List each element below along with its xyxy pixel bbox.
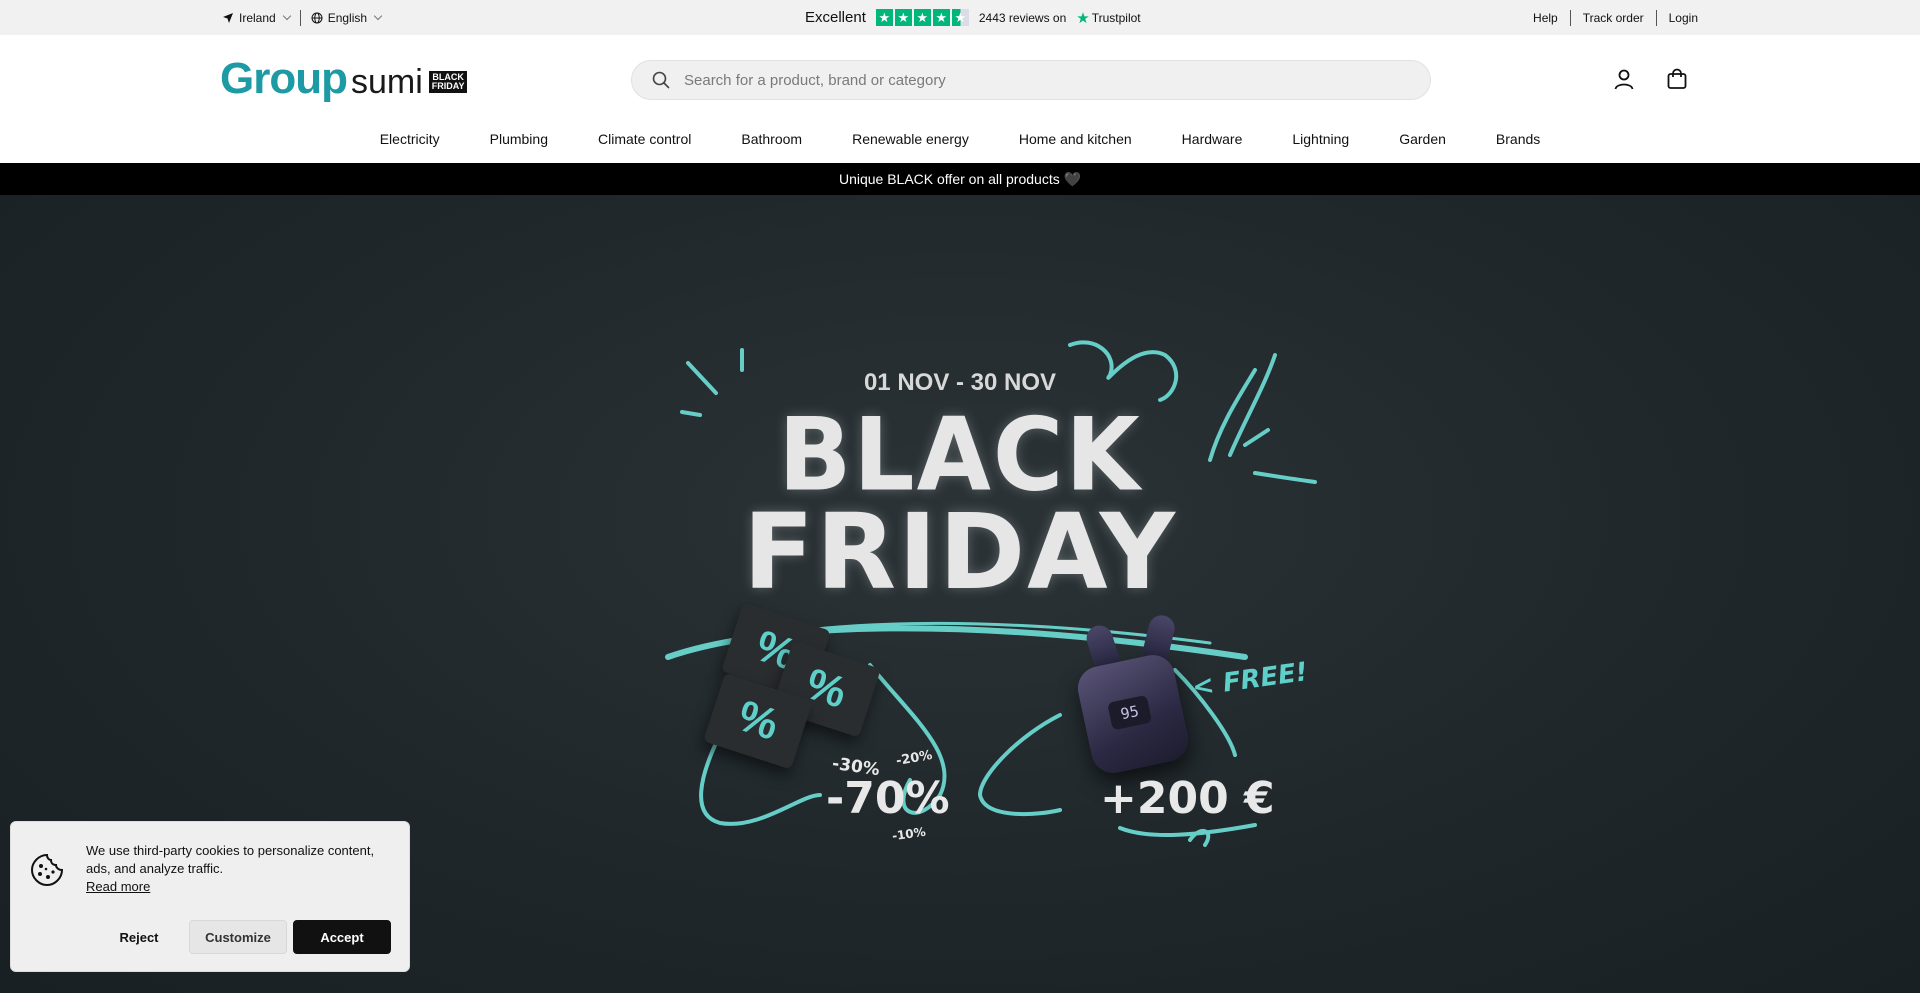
star-icon: ★ <box>932 9 950 26</box>
cookie-icon <box>30 853 64 887</box>
country-selector[interactable]: Ireland <box>222 10 291 25</box>
nav-electricity[interactable]: Electricity <box>355 131 465 147</box>
nav-lightning[interactable]: Lightning <box>1267 131 1374 147</box>
language-label: English <box>327 10 368 25</box>
logo-word-group: Group <box>220 54 348 103</box>
star-icon: ★ <box>875 9 893 26</box>
nav-bathroom[interactable]: Bathroom <box>716 131 827 147</box>
nav-hardware[interactable]: Hardware <box>1157 131 1268 147</box>
cookie-text: We use third-party cookies to personaliz… <box>86 843 375 876</box>
top-utility-bar: Ireland English Excellent ★ ★ ★ ★ ★ 2443… <box>0 0 1920 35</box>
country-label: Ireland <box>239 10 276 25</box>
utility-links: Help Track order Login <box>1533 0 1698 35</box>
nav-renewable-energy[interactable]: Renewable energy <box>827 131 994 147</box>
star-icon: ★ <box>913 9 931 26</box>
badge-line2: FRIDAY <box>431 81 465 91</box>
site-header: Group sumi BLACKFRIDAY Electricity Plumb… <box>0 35 1920 163</box>
gift-amount: +200 € <box>1100 773 1275 824</box>
help-link[interactable]: Help <box>1533 11 1558 25</box>
half-star-icon: ★ <box>951 9 969 26</box>
hero-title-friday: FRIDAY <box>743 491 1177 613</box>
divider <box>1569 9 1571 26</box>
login-link[interactable]: Login <box>1669 11 1698 25</box>
user-icon <box>1614 69 1634 90</box>
reject-button[interactable]: Reject <box>91 920 187 954</box>
site-logo[interactable]: Group sumi BLACK FRIDAY <box>220 54 468 103</box>
earbuds-display: 95 <box>1107 694 1153 731</box>
trustpilot-widget[interactable]: Excellent ★ ★ ★ ★ ★ 2443 reviews on ★ Tru… <box>805 0 1141 35</box>
trustpilot-stars: ★ ★ ★ ★ ★ <box>875 9 969 26</box>
nav-plumbing[interactable]: Plumbing <box>465 131 573 147</box>
divider <box>1655 9 1657 26</box>
trustpilot-star-icon: ★ <box>1076 9 1090 27</box>
read-more-link[interactable]: Read more <box>86 878 150 896</box>
nav-climate-control[interactable]: Climate control <box>573 131 716 147</box>
account-button[interactable] <box>1610 65 1638 93</box>
star-icon: ★ <box>894 9 912 26</box>
chevron-down-icon <box>373 11 383 21</box>
discount-70: -70% <box>826 773 950 824</box>
trustpilot-logo: ★ Trustpilot <box>1076 9 1140 27</box>
search-bar[interactable] <box>631 60 1431 100</box>
chevron-down-icon <box>282 11 291 21</box>
locale-selectors: Ireland English <box>222 0 383 35</box>
accept-button[interactable]: Accept <box>293 920 391 954</box>
percent-symbol: % <box>731 691 785 750</box>
hero-date-range: 01 NOV - 30 NOV <box>863 369 1057 396</box>
trustpilot-reviews-count: 2443 reviews on <box>978 10 1067 25</box>
search-input[interactable] <box>684 71 1384 89</box>
logo-word-sumi: sumi <box>350 63 423 101</box>
promo-strip[interactable]: Unique BLACK offer on all products 🖤 <box>0 163 1920 195</box>
promo-text: Unique BLACK offer on all products 🖤 <box>838 170 1082 187</box>
search-icon <box>652 71 670 89</box>
black-friday-badge: BLACK FRIDAY <box>428 71 468 93</box>
nav-home-and-kitchen[interactable]: Home and kitchen <box>994 131 1157 147</box>
trustpilot-brand-label: Trustpilot <box>1091 10 1141 25</box>
category-nav: Electricity Plumbing Climate control Bat… <box>0 131 1920 147</box>
language-selector[interactable]: English <box>311 10 383 25</box>
location-arrow-icon <box>223 12 233 23</box>
cookie-message: We use third-party cookies to personaliz… <box>86 842 386 896</box>
cookie-banner: We use third-party cookies to personaliz… <box>10 821 410 972</box>
divider <box>299 9 301 26</box>
cart-button[interactable] <box>1663 65 1691 93</box>
shopping-bag-icon <box>1667 68 1687 89</box>
trustpilot-rating-label: Excellent <box>805 9 866 26</box>
globe-icon <box>311 12 323 23</box>
nav-brands[interactable]: Brands <box>1471 131 1565 147</box>
customize-button[interactable]: Customize <box>189 920 287 954</box>
nav-garden[interactable]: Garden <box>1374 131 1471 147</box>
track-order-link[interactable]: Track order <box>1583 11 1644 25</box>
